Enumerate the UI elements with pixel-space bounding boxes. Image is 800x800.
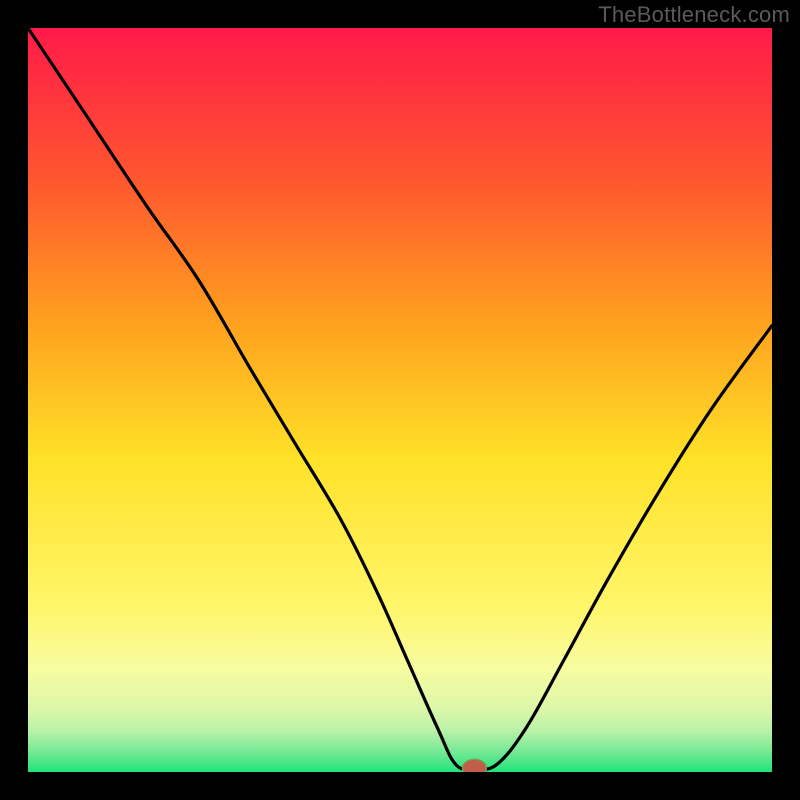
bottleneck-marker-icon [463, 759, 487, 772]
chart-svg [28, 28, 772, 772]
gradient-background [28, 28, 772, 772]
chart-stage: TheBottleneck.com [0, 0, 800, 800]
plot-area [28, 28, 772, 772]
watermark-text: TheBottleneck.com [598, 2, 790, 28]
